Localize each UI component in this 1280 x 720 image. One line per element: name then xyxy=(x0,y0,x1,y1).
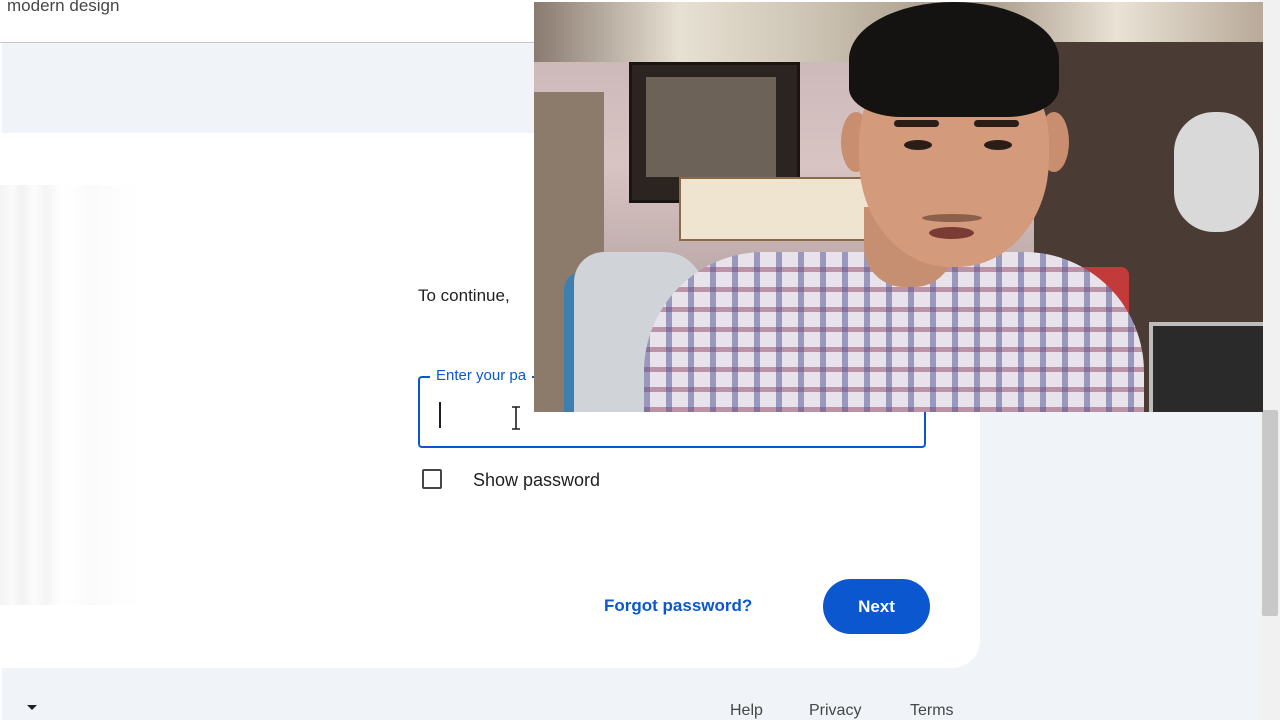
footer-privacy-link[interactable]: Privacy xyxy=(809,702,861,720)
language-chevron-down-icon[interactable] xyxy=(27,705,37,710)
webcam-wall-sign xyxy=(679,177,873,241)
webcam-person-eyebrow xyxy=(974,120,1019,127)
webcam-person-moustache xyxy=(922,214,982,222)
show-password-label[interactable]: Show password xyxy=(473,470,600,491)
text-cursor-icon xyxy=(512,406,520,430)
show-password-checkbox[interactable] xyxy=(422,469,442,489)
webcam-picture xyxy=(646,77,776,177)
webcam-person-eye xyxy=(984,140,1012,150)
webcam-person-eye xyxy=(904,140,932,150)
forgot-password-link[interactable]: Forgot password? xyxy=(604,596,752,616)
webcam-person-hair xyxy=(849,2,1059,117)
webcam-person-eyebrow xyxy=(894,120,939,127)
scrollbar-thumb[interactable] xyxy=(1262,410,1278,616)
webcam-overlay xyxy=(534,2,1263,412)
footer-terms-link[interactable]: Terms xyxy=(910,702,954,720)
footer-help-link[interactable]: Help xyxy=(730,702,763,720)
webcam-bag xyxy=(1174,112,1259,232)
webcam-monitor xyxy=(1149,322,1263,412)
header-partial-text: modern design xyxy=(7,0,120,15)
signin-subtitle: To continue, xyxy=(418,286,510,305)
next-button[interactable]: Next xyxy=(823,579,930,634)
password-field-label: Enter your pa xyxy=(430,367,533,384)
webcam-person-mouth xyxy=(929,227,974,239)
text-caret xyxy=(439,402,441,428)
blurred-area xyxy=(0,185,140,605)
